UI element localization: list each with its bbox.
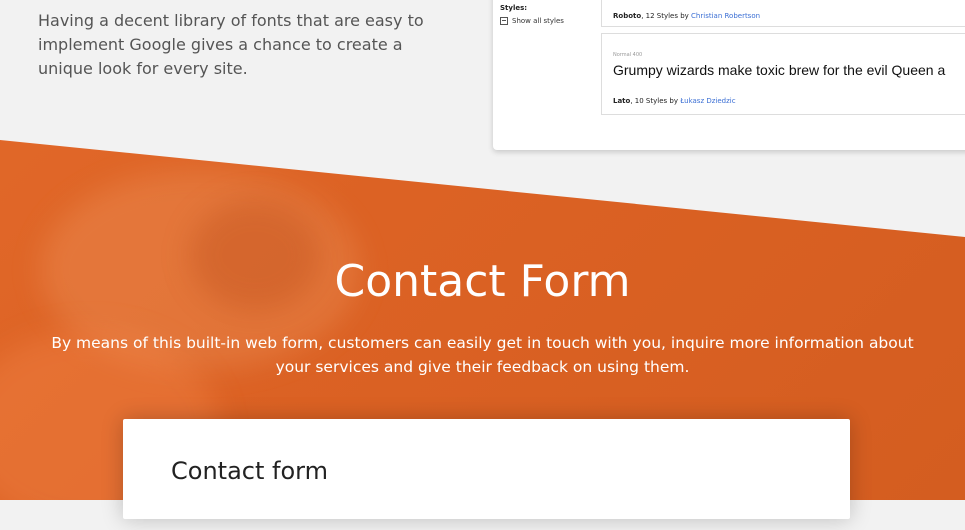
styles-filter: Styles: Show all styles	[500, 4, 564, 25]
font-author-link[interactable]: Christian Robertson	[691, 12, 760, 20]
font-name: Lato	[613, 97, 631, 105]
font-author-link[interactable]: Łukasz Dziedzic	[680, 97, 735, 105]
font-meta: Lato, 10 Styles by Łukasz Dziedzic	[613, 97, 736, 105]
font-meta: Roboto, 12 Styles by Christian Robertson	[613, 12, 760, 20]
font-styles-count: , 12 Styles by	[641, 12, 692, 20]
collapse-icon	[500, 17, 508, 25]
intro-paragraph: Having a decent library of fonts that ar…	[38, 11, 424, 78]
font-name: Roboto	[613, 12, 642, 20]
contact-form-title: Contact form	[171, 457, 328, 485]
font-styles-count: , 10 Styles by	[630, 97, 681, 105]
font-entry-lato[interactable]: Normal 400 Grumpy wizards make toxic bre…	[601, 33, 965, 115]
font-preview-card: Styles: Show all styles Roboto, 12 Style…	[493, 0, 965, 150]
font-entry-roboto[interactable]: Roboto, 12 Styles by Christian Robertson	[601, 0, 965, 27]
contact-form-card: Contact form	[123, 419, 850, 519]
font-sample-text: Grumpy wizards make toxic brew for the e…	[613, 62, 946, 78]
styles-heading: Styles:	[500, 4, 528, 12]
contact-section-title: Contact Form	[334, 256, 631, 307]
contact-section-description: By means of this built-in web form, cust…	[51, 334, 914, 376]
show-all-styles-toggle[interactable]: Show all styles	[500, 17, 564, 25]
font-weight-label: Normal 400	[613, 52, 643, 58]
show-all-styles-label: Show all styles	[512, 17, 564, 25]
